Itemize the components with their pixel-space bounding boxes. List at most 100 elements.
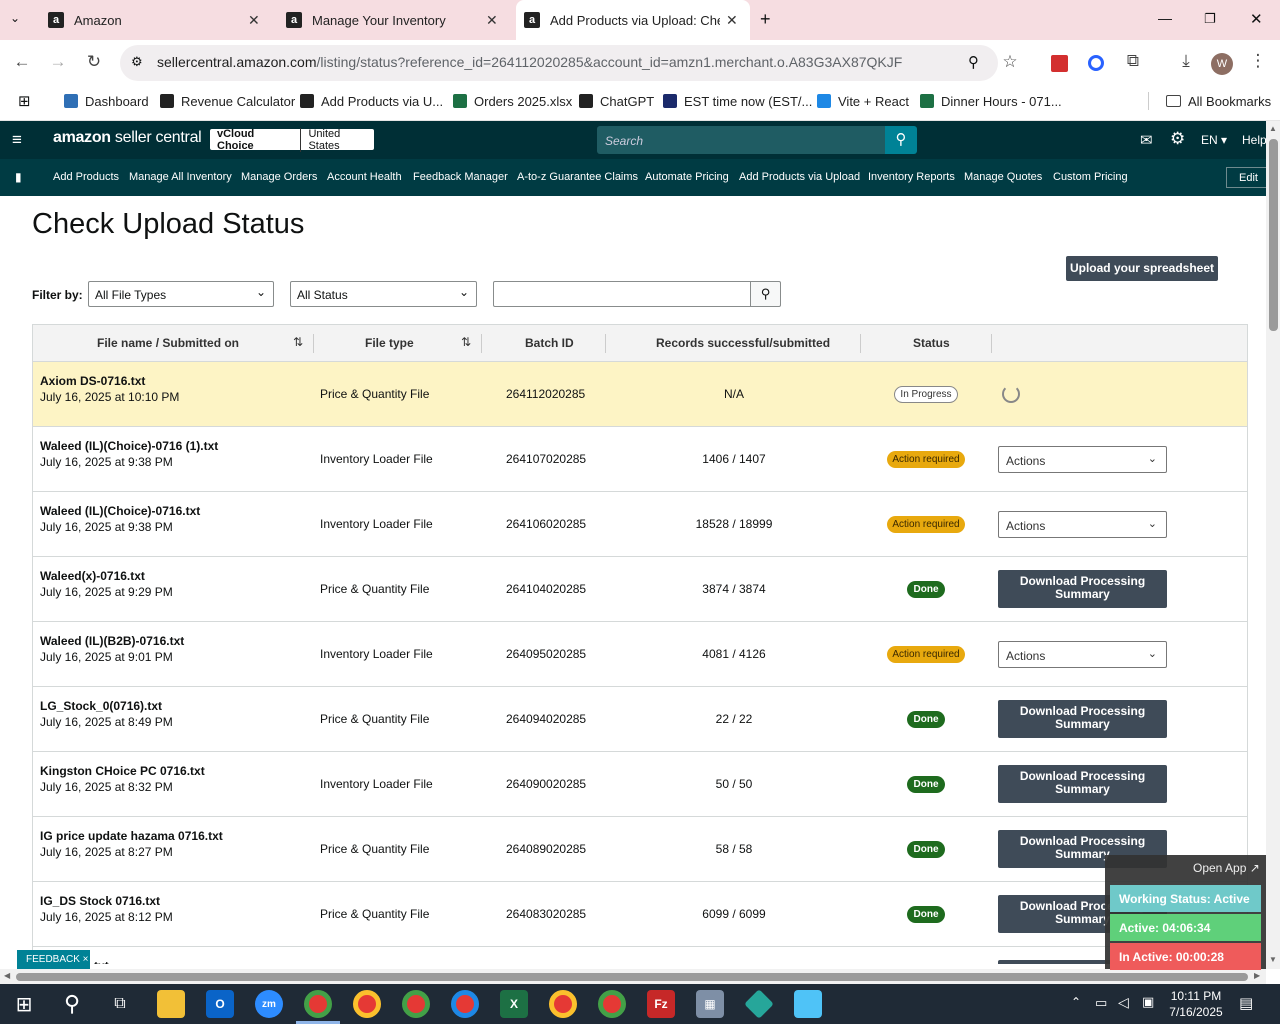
close-tab-icon[interactable]: ✕ — [248, 12, 260, 29]
download-summary-button[interactable]: Download Processing Summary — [998, 570, 1167, 608]
all-bookmarks[interactable]: All Bookmarks — [1166, 91, 1271, 111]
tab-amazon[interactable]: a Amazon ✕ — [48, 0, 270, 40]
header-search-icon[interactable]: ⚲ — [885, 126, 917, 154]
address-bar[interactable]: ⚙ sellercentral.amazon.com/listing/statu… — [120, 45, 998, 81]
start-windows-icon[interactable]: ⊞ — [10, 990, 38, 1018]
download-icon[interactable]: ⤓ — [1174, 51, 1198, 71]
status-filter[interactable]: All Status ⌄ — [290, 281, 477, 307]
open-app-link[interactable]: Open App ↗ — [1193, 861, 1260, 875]
tab-search-menu-icon[interactable]: ⌄ — [10, 11, 20, 25]
outlook-icon[interactable]: O — [206, 990, 234, 1018]
actions-dropdown[interactable]: Actions ⌄ — [998, 511, 1167, 538]
reload-icon[interactable]: ↻ — [82, 52, 106, 72]
sort-icon[interactable]: ⇅ — [293, 335, 303, 349]
nav-item[interactable]: Inventory Reports — [868, 171, 955, 183]
tray-chevron-icon[interactable]: ⌃ — [1071, 995, 1081, 1009]
col-file-name[interactable]: File name / Submitted on — [97, 336, 239, 350]
tab-add-products-upload[interactable]: a Add Products via Upload: Check ✕ — [516, 0, 750, 40]
bookmark-item[interactable]: Revenue Calculator — [160, 91, 295, 111]
nav-item[interactable]: Add Products via Upload — [739, 171, 860, 183]
file-type-filter[interactable]: All File Types ⌄ — [88, 281, 274, 307]
new-tab-icon[interactable]: + — [760, 9, 771, 30]
filezilla-icon[interactable]: Fz — [647, 990, 675, 1018]
nav-item[interactable]: A-to-z Guarantee Claims — [517, 171, 638, 183]
nav-item[interactable]: Automate Pricing — [645, 171, 729, 183]
language-selector[interactable]: EN ▾ — [1201, 133, 1227, 147]
tray-network-icon[interactable]: ▣ — [1142, 994, 1154, 1010]
bookmark-item[interactable]: ChatGPT — [579, 91, 654, 111]
chrome-profile-icon[interactable] — [304, 990, 332, 1018]
calculator-icon[interactable]: ▦ — [696, 990, 724, 1018]
zoom-icon[interactable]: ⚲ — [968, 53, 979, 71]
apps-grid-icon[interactable]: ⊞ — [18, 92, 31, 110]
excel-icon[interactable]: X — [500, 990, 528, 1018]
download-summary-button[interactable]: Download Processing Summary — [998, 700, 1167, 738]
tab-manage-inventory[interactable]: a Manage Your Inventory ✕ — [286, 0, 508, 40]
settings-gear-icon[interactable]: ⚙ — [1170, 129, 1185, 149]
tray-volume-icon[interactable]: ◁ — [1118, 994, 1129, 1011]
horizontal-scrollbar[interactable]: ◀ ▶ — [0, 969, 1266, 984]
nav-item[interactable]: Add Products — [53, 171, 119, 183]
app-blue-icon[interactable] — [794, 990, 822, 1018]
tray-battery-icon[interactable]: ▭ — [1095, 995, 1107, 1011]
task-view-icon[interactable]: ⧉ — [106, 990, 134, 1018]
batch-search-icon[interactable]: ⚲ — [750, 281, 781, 307]
mail-icon[interactable]: ✉ — [1140, 131, 1153, 149]
close-tab-icon[interactable]: ✕ — [486, 12, 498, 29]
nav-item[interactable]: Feedback Manager — [413, 171, 508, 183]
nav-item[interactable]: Account Health — [327, 171, 402, 183]
profile-avatar[interactable]: W — [1211, 53, 1233, 75]
nav-item[interactable]: Custom Pricing — [1053, 171, 1128, 183]
close-tab-icon[interactable]: ✕ — [726, 12, 738, 29]
col-file-type[interactable]: File type — [365, 336, 414, 350]
bookmark-item[interactable]: Vite + React — [817, 91, 909, 111]
scroll-down-icon[interactable]: ▼ — [1269, 955, 1277, 964]
taskbar-clock[interactable]: 10:11 PM 7/16/2025 — [1162, 988, 1230, 1020]
hamburger-menu-icon[interactable]: ≡ — [12, 130, 22, 150]
nav-item[interactable]: Manage All Inventory — [129, 171, 232, 183]
bookmark-item[interactable]: Dinner Hours - 071... — [920, 91, 1062, 111]
nav-item[interactable]: Manage Quotes — [964, 171, 1042, 183]
search-icon[interactable]: ⚲ — [58, 990, 86, 1018]
chrome-profile-icon[interactable] — [353, 990, 381, 1018]
bookmark-item[interactable]: Orders 2025.xlsx — [453, 91, 572, 111]
upload-spreadsheet-button[interactable]: Upload your spreadsheet — [1066, 256, 1218, 281]
help-link[interactable]: Help — [1242, 133, 1267, 147]
download-summary-button[interactable]: Download Processing Summary — [998, 765, 1167, 803]
app-diamond-icon[interactable] — [744, 989, 774, 1019]
site-info-icon[interactable]: ⚙ — [131, 54, 143, 70]
pdf-extension-icon[interactable] — [1051, 55, 1068, 72]
chrome-profile-icon[interactable] — [451, 990, 479, 1018]
vertical-scrollbar[interactable]: ▲ ▼ — [1266, 121, 1280, 969]
bookmark-item[interactable]: Add Products via U... — [300, 91, 443, 111]
nav-item[interactable]: Manage Orders — [241, 171, 317, 183]
header-search-input[interactable]: Search — [597, 126, 885, 154]
forward-icon[interactable]: → — [46, 52, 70, 72]
scroll-up-icon[interactable]: ▲ — [1269, 124, 1277, 133]
bookmark-star-icon[interactable]: ☆ — [998, 52, 1022, 72]
actions-dropdown[interactable]: Actions ⌄ — [998, 446, 1167, 473]
extension-icon[interactable] — [1088, 55, 1104, 71]
amazon-seller-central-logo[interactable]: amazon seller central — [53, 129, 202, 147]
back-icon[interactable]: ← — [10, 52, 34, 72]
restore-icon[interactable]: ❐ — [1204, 11, 1216, 27]
bookmark-item[interactable]: EST time now (EST/... — [663, 91, 812, 111]
feedback-button[interactable]: FEEDBACK × — [17, 950, 90, 969]
horizontal-scroll-thumb[interactable] — [16, 973, 1248, 981]
chrome-profile-icon[interactable] — [598, 990, 626, 1018]
minimize-icon[interactable]: — — [1158, 10, 1172, 26]
chrome-profile-icon[interactable] — [402, 990, 430, 1018]
sort-icon[interactable]: ⇅ — [461, 335, 471, 349]
file-explorer-icon[interactable] — [157, 990, 185, 1018]
scroll-right-icon[interactable]: ▶ — [1254, 971, 1260, 980]
scroll-left-icon[interactable]: ◀ — [4, 971, 10, 980]
batch-search-input[interactable] — [493, 281, 751, 307]
store-switcher[interactable]: vCloud Choice United States — [210, 127, 374, 152]
actions-dropdown[interactable]: Actions ⌄ — [998, 641, 1167, 668]
extensions-puzzle-icon[interactable]: ⧉ — [1121, 51, 1145, 71]
menu-kebab-icon[interactable]: ⋮ — [1246, 51, 1270, 71]
zoom-icon[interactable]: zm — [255, 990, 283, 1018]
vertical-scroll-thumb[interactable] — [1269, 139, 1278, 331]
edit-nav-button[interactable]: Edit — [1226, 167, 1266, 188]
notification-icon[interactable]: ▤ — [1239, 994, 1253, 1012]
